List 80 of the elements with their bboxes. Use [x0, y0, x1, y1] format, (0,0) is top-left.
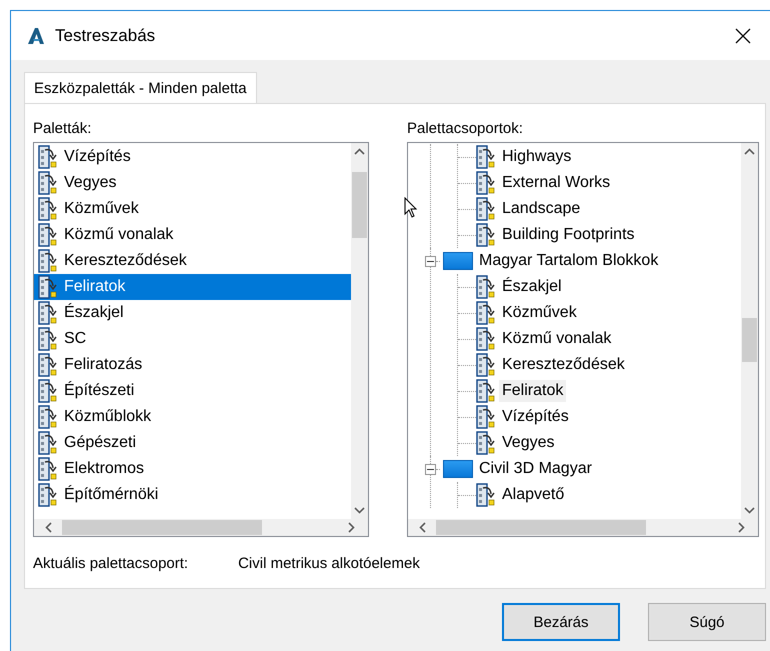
palette-icon: [476, 353, 496, 377]
palette-icon: [38, 223, 58, 247]
list-item[interactable]: Vegyes: [34, 170, 351, 196]
tree-item[interactable]: Közművek: [499, 302, 580, 324]
palette-icon: [476, 171, 496, 195]
scroll-down-icon[interactable]: [354, 507, 365, 514]
list-item[interactable]: Közművek: [34, 196, 351, 222]
list-item[interactable]: Közmű vonalak: [34, 222, 351, 248]
palette-icon: [38, 275, 58, 299]
current-group-value: Civil metrikus alkotóelemek: [238, 555, 420, 572]
scrollbar-thumb[interactable]: [436, 520, 646, 535]
tree-item[interactable]: Alapvető: [499, 484, 568, 506]
tab[interactable]: Eszközpaletták - Minden paletta: [24, 72, 257, 103]
scroll-up-icon[interactable]: [744, 148, 755, 155]
tree-item[interactable]: Building Footprints: [499, 224, 638, 246]
palette-icon: [476, 483, 496, 507]
list-item[interactable]: Közműblokk: [34, 404, 351, 430]
window-title: Testreszabás: [55, 26, 156, 46]
palette-icon: [38, 327, 58, 351]
collapse-icon[interactable]: [425, 464, 436, 474]
collapse-icon[interactable]: [425, 256, 436, 266]
dialog-button[interactable]: Súgó: [648, 603, 766, 641]
palette-icon: [476, 327, 496, 351]
list-item[interactable]: Kereszteződések: [34, 248, 351, 274]
tree-group[interactable]: Civil 3D Magyar: [479, 460, 592, 478]
palette-icon: [38, 483, 58, 507]
tree-item[interactable]: External Works: [499, 172, 614, 194]
tree-group[interactable]: Magyar Tartalom Blokkok: [479, 252, 658, 270]
list-item[interactable]: Építőmérnöki: [34, 482, 351, 508]
tree-item[interactable]: Vegyes: [499, 432, 558, 454]
list-item[interactable]: SC: [34, 326, 351, 352]
scrollbar-thumb[interactable]: [742, 318, 757, 362]
tree-item[interactable]: Landscape: [499, 198, 584, 220]
palette-icon: [38, 301, 58, 325]
palette-icon: [38, 379, 58, 403]
tree-item[interactable]: Kereszteződések: [499, 354, 628, 376]
palette-icon: [38, 405, 58, 429]
scroll-down-icon[interactable]: [744, 507, 755, 514]
close-icon[interactable]: [735, 28, 751, 44]
palette-icon: [476, 379, 496, 403]
list-item[interactable]: Építészeti: [34, 378, 351, 404]
tree-item[interactable]: Feliratok: [499, 380, 566, 402]
scroll-left-icon[interactable]: [418, 522, 426, 533]
palette-icon: [476, 275, 496, 299]
palette-icon: [476, 223, 496, 247]
dialog-button[interactable]: Bezárás: [502, 603, 620, 641]
tree-item[interactable]: Északjel: [499, 276, 565, 298]
list-item[interactable]: Elektromos: [34, 456, 351, 482]
palette-icon: [38, 171, 58, 195]
palette-icon: [38, 197, 58, 221]
app-logo-icon: [27, 26, 45, 44]
palette-icon: [38, 431, 58, 455]
palette-icon: [38, 145, 58, 169]
list-item[interactable]: Feliratok: [34, 274, 351, 300]
palette-icon: [38, 353, 58, 377]
palette-icon: [38, 249, 58, 273]
tree-item[interactable]: Highways: [499, 146, 574, 168]
list-item[interactable]: Vízépítés: [34, 144, 351, 170]
folder-icon: [443, 252, 473, 270]
scroll-right-icon[interactable]: [738, 522, 744, 533]
palette-icon: [476, 405, 496, 429]
folder-icon: [443, 460, 473, 478]
tree-item[interactable]: Vízépítés: [499, 406, 572, 428]
palette-icon: [476, 301, 496, 325]
scrollbar-thumb[interactable]: [62, 520, 262, 535]
list-label: Paletták:: [33, 120, 92, 137]
scroll-left-icon[interactable]: [44, 522, 52, 533]
list-item[interactable]: Feliratozás: [34, 352, 351, 378]
scroll-up-icon[interactable]: [354, 148, 365, 155]
palette-icon: [476, 431, 496, 455]
tree-item[interactable]: Közmű vonalak: [499, 328, 614, 350]
list-item[interactable]: Gépészeti: [34, 430, 351, 456]
list-item[interactable]: Északjel: [34, 300, 351, 326]
palette-icon: [476, 145, 496, 169]
palette-icon: [38, 457, 58, 481]
palette-icon: [476, 197, 496, 221]
current-group-label: Aktuális palettacsoport:: [33, 555, 188, 572]
list-label: Palettacsoportok:: [407, 120, 524, 137]
scroll-right-icon[interactable]: [348, 522, 354, 533]
scrollbar-thumb[interactable]: [352, 172, 367, 238]
